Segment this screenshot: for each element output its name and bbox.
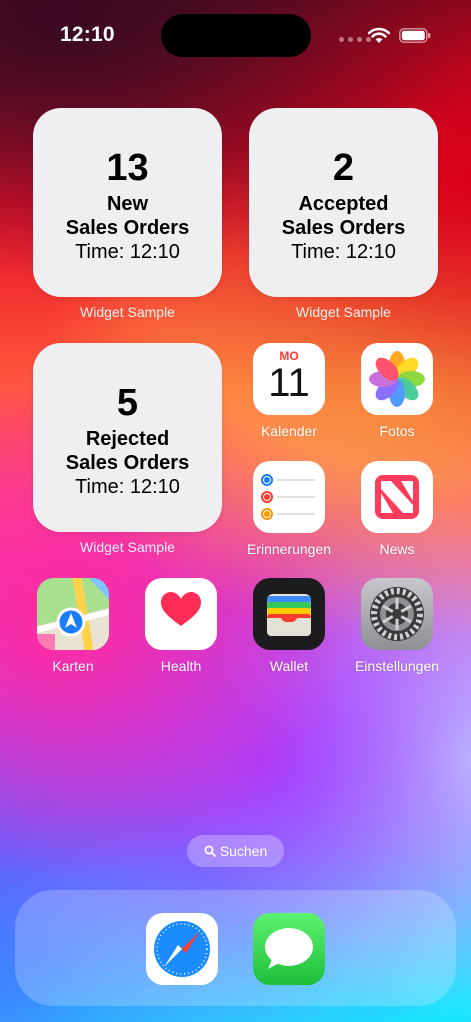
app-kalender[interactable]: MO 11 Kalender bbox=[239, 343, 339, 439]
reminders-icon bbox=[253, 461, 325, 533]
wifi-icon bbox=[367, 27, 391, 43]
widget-title-line1: Rejected bbox=[85, 428, 170, 450]
settings-icon bbox=[361, 578, 433, 650]
widget-title-line2: Sales Orders bbox=[281, 217, 406, 239]
calendar-icon: MO 11 bbox=[253, 343, 325, 415]
wallet-icon bbox=[253, 578, 325, 650]
search-label: Suchen bbox=[219, 843, 268, 859]
battery-icon bbox=[399, 28, 431, 43]
search-button[interactable]: Suchen bbox=[187, 835, 284, 867]
widget-accepted-sales-orders[interactable]: 2 Accepted Sales Orders Time: 12:10 bbox=[249, 108, 438, 297]
app-karten[interactable]: Karten bbox=[23, 578, 123, 674]
widget-time: Time: 12:10 bbox=[75, 241, 180, 263]
dynamic-island bbox=[161, 14, 311, 57]
widget-count: 2 bbox=[332, 147, 355, 189]
maps-icon bbox=[37, 578, 109, 650]
app-label: News bbox=[379, 541, 415, 557]
safari-icon[interactable] bbox=[146, 913, 218, 985]
app-label: Einstellungen bbox=[354, 658, 440, 674]
photos-icon bbox=[361, 343, 433, 415]
widget-count: 5 bbox=[116, 382, 139, 424]
calendar-date: 11 bbox=[268, 361, 310, 405]
widget-new-sales-orders[interactable]: 13 New Sales Orders Time: 12:10 bbox=[33, 108, 222, 297]
news-icon bbox=[361, 461, 433, 533]
widget-rejected-sales-orders[interactable]: 5 Rejected Sales Orders Time: 12:10 bbox=[33, 343, 222, 532]
app-health[interactable]: Health bbox=[131, 578, 231, 674]
app-label: Kalender bbox=[260, 423, 318, 439]
widget-time: Time: 12:10 bbox=[75, 476, 180, 498]
app-wallet[interactable]: Wallet bbox=[239, 578, 339, 674]
widget-title-line1: New bbox=[106, 193, 149, 215]
app-label: Health bbox=[160, 658, 202, 674]
messages-icon[interactable] bbox=[253, 913, 325, 985]
widget-caption: Widget Sample bbox=[80, 304, 175, 320]
app-einstellungen[interactable]: Einstellungen bbox=[347, 578, 447, 674]
widget-time: Time: 12:10 bbox=[291, 241, 396, 263]
widget-title-line1: Accepted bbox=[298, 193, 389, 215]
widget-title-line2: Sales Orders bbox=[65, 452, 190, 474]
widget-caption: Widget Sample bbox=[80, 539, 175, 555]
app-label: Wallet bbox=[269, 658, 309, 674]
search-icon bbox=[204, 845, 216, 857]
app-erinnerungen[interactable]: Erinnerungen bbox=[239, 461, 339, 557]
app-fotos[interactable]: Fotos bbox=[347, 343, 447, 439]
app-label: Karten bbox=[52, 658, 94, 674]
app-label: Erinnerungen bbox=[246, 541, 332, 557]
app-label: Fotos bbox=[379, 423, 415, 439]
health-icon bbox=[145, 578, 217, 650]
app-news[interactable]: News bbox=[347, 461, 447, 557]
widget-title-line2: Sales Orders bbox=[65, 217, 190, 239]
dock bbox=[15, 890, 456, 1006]
widget-count: 13 bbox=[106, 147, 149, 189]
status-time: 12:10 bbox=[60, 23, 115, 46]
widget-caption: Widget Sample bbox=[296, 304, 391, 320]
